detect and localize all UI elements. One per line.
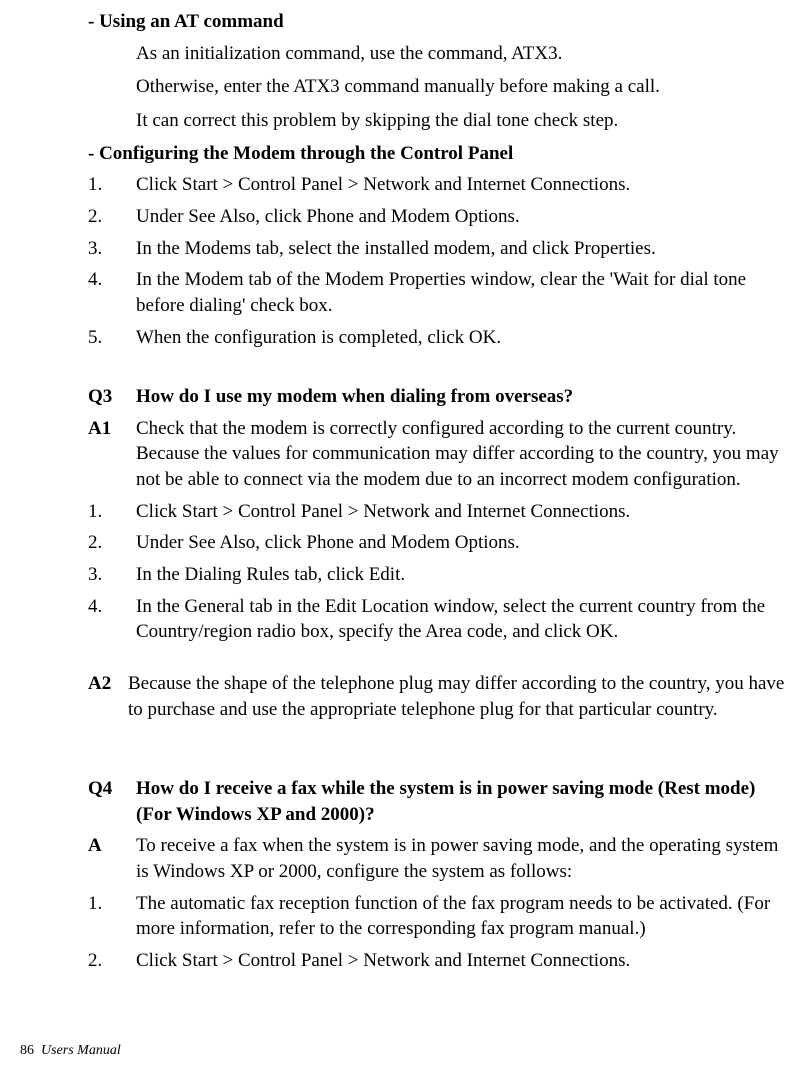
q3-step-row: 1. Click Start > Control Panel > Network… xyxy=(88,499,786,525)
step-number: 4. xyxy=(88,267,136,318)
step-number: 1. xyxy=(88,499,136,525)
q4-a-row: A To receive a fax when the system is in… xyxy=(88,833,786,884)
q3-a2-text: Because the shape of the telephone plug … xyxy=(128,671,786,722)
q3-a2-label: A2 xyxy=(88,671,128,722)
q3-a1-row: A1 Check that the modem is correctly con… xyxy=(88,416,786,493)
at-command-heading: - Using an AT command xyxy=(88,10,786,35)
cp-step-3: In the Modems tab, select the installed … xyxy=(136,236,786,262)
cp-step-row: 4. In the Modem tab of the Modem Propert… xyxy=(88,267,786,318)
cp-step-row: 2. Under See Also, click Phone and Modem… xyxy=(88,204,786,230)
cp-step-5: When the configuration is completed, cli… xyxy=(136,325,786,351)
q3-step-3: In the Dialing Rules tab, click Edit. xyxy=(136,562,786,588)
q4-question: How do I receive a fax while the system … xyxy=(136,776,786,827)
step-number: 3. xyxy=(88,562,136,588)
q3-question: How do I use my modem when dialing from … xyxy=(136,384,786,410)
cp-step-2: Under See Also, click Phone and Modem Op… xyxy=(136,204,786,230)
cp-step-row: 1. Click Start > Control Panel > Network… xyxy=(88,172,786,198)
cp-step-row: 5. When the configuration is completed, … xyxy=(88,325,786,351)
step-number: 5. xyxy=(88,325,136,351)
q3-step-row: 3. In the Dialing Rules tab, click Edit. xyxy=(88,562,786,588)
footer-title: Users Manual xyxy=(41,1043,121,1058)
step-number: 2. xyxy=(88,948,136,974)
cp-step-row: 3. In the Modems tab, select the install… xyxy=(88,236,786,262)
q4-row: Q4 How do I receive a fax while the syst… xyxy=(88,776,786,827)
q4-step-row: 2. Click Start > Control Panel > Network… xyxy=(88,948,786,974)
q3-step-1: Click Start > Control Panel > Network an… xyxy=(136,499,786,525)
q3-step-row: 4. In the General tab in the Edit Locati… xyxy=(88,594,786,645)
q3-label: Q3 xyxy=(88,384,136,410)
q3-a1-text: Check that the modem is correctly config… xyxy=(136,416,786,493)
step-number: 1. xyxy=(88,891,136,942)
cp-step-1: Click Start > Control Panel > Network an… xyxy=(136,172,786,198)
at-command-line-2: Otherwise, enter the ATX3 command manual… xyxy=(88,74,786,100)
q4-a-label: A xyxy=(88,833,136,884)
step-number: 4. xyxy=(88,594,136,645)
q3-row: Q3 How do I use my modem when dialing fr… xyxy=(88,384,786,410)
q3-a2-row: A2 Because the shape of the telephone pl… xyxy=(88,671,786,722)
page-footer: 86 Users Manual xyxy=(20,1043,121,1059)
page-number: 86 xyxy=(20,1043,34,1058)
q3-step-4: In the General tab in the Edit Location … xyxy=(136,594,786,645)
at-command-line-1: As an initialization command, use the co… xyxy=(88,41,786,67)
q4-step-row: 1. The automatic fax reception function … xyxy=(88,891,786,942)
q3-step-row: 2. Under See Also, click Phone and Modem… xyxy=(88,530,786,556)
q3-step-2: Under See Also, click Phone and Modem Op… xyxy=(136,530,786,556)
q4-step-1: The automatic fax reception function of … xyxy=(136,891,786,942)
cp-step-4: In the Modem tab of the Modem Properties… xyxy=(136,267,786,318)
step-number: 2. xyxy=(88,530,136,556)
step-number: 3. xyxy=(88,236,136,262)
q3-a1-label: A1 xyxy=(88,416,136,493)
step-number: 2. xyxy=(88,204,136,230)
at-command-line-3: It can correct this problem by skipping … xyxy=(88,108,786,134)
control-panel-heading: - Configuring the Modem through the Cont… xyxy=(88,142,786,167)
q4-step-2: Click Start > Control Panel > Network an… xyxy=(136,948,786,974)
q4-label: Q4 xyxy=(88,776,136,827)
step-number: 1. xyxy=(88,172,136,198)
q4-a-text: To receive a fax when the system is in p… xyxy=(136,833,786,884)
